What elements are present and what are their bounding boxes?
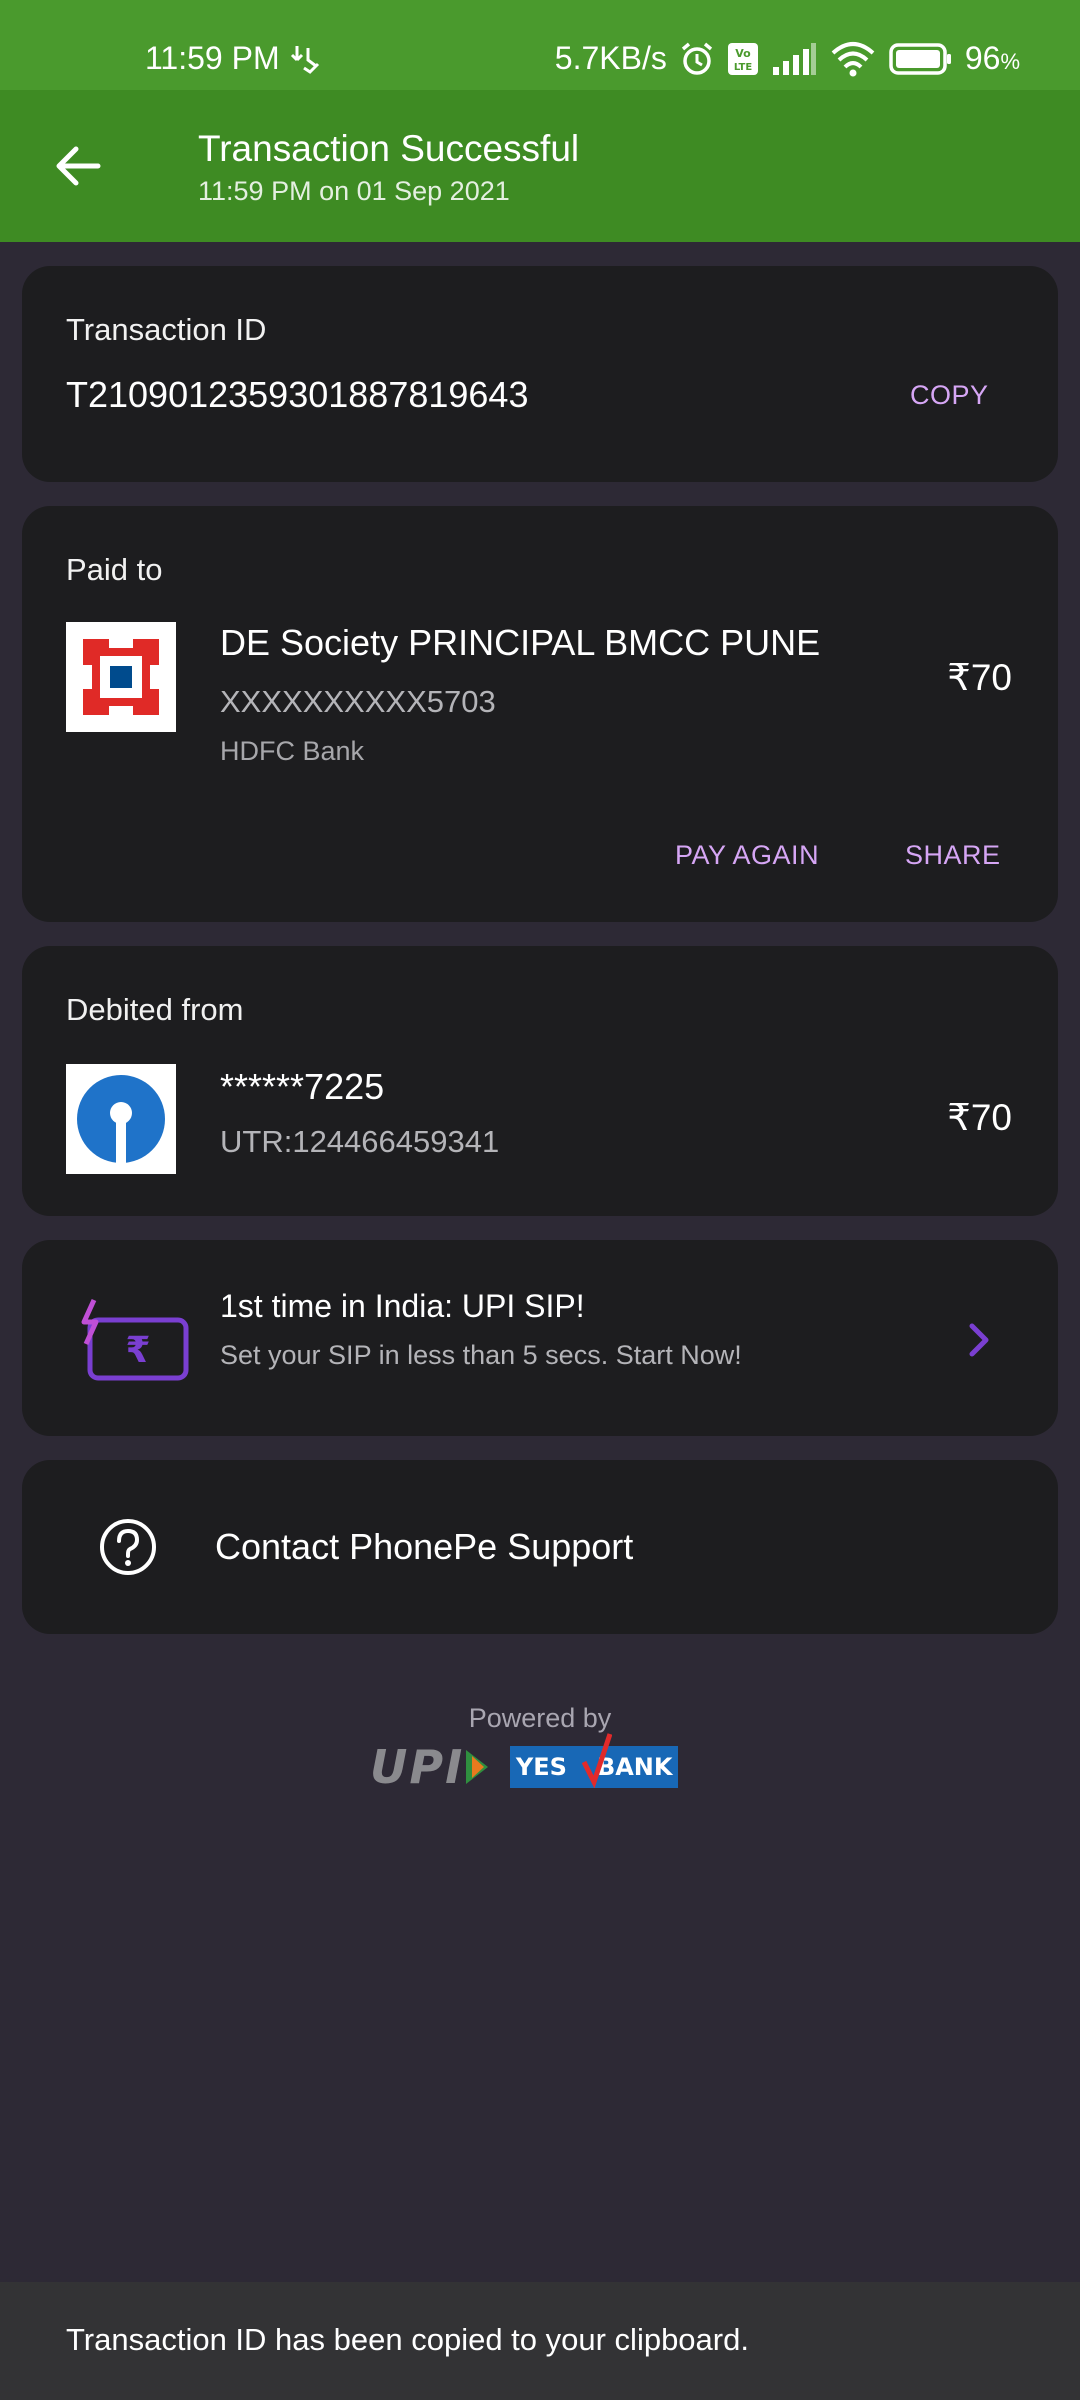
debit-account: ******7225 — [220, 1066, 385, 1107]
status-bar: 11:59 PM 5.7KB/s Vo LTE 96% — [0, 0, 1080, 90]
page-title: Transaction Successful — [198, 128, 580, 169]
debited-from-card: Debited from ******7225 UTR:124466459341… — [22, 946, 1058, 1216]
contact-support-label: Contact PhonePe Support — [215, 1526, 634, 1567]
status-time: 11:59 PM — [145, 40, 280, 76]
payee-name: DE Society PRINCIPAL BMCC PUNE — [220, 622, 821, 663]
svg-text:₹: ₹ — [125, 1330, 150, 1371]
battery-icon — [889, 42, 951, 75]
volte-icon: Vo LTE — [727, 42, 758, 75]
promo-title: 1st time in India: UPI SIP! — [220, 1288, 585, 1324]
paid-to-card: Paid to DE Society PRINCIPAL BMCC PUNE X… — [22, 506, 1058, 922]
utr-number: UTR:124466459341 — [220, 1124, 500, 1159]
upi-sip-promo-card[interactable]: ₹ 1st time in India: UPI SIP! Set your S… — [22, 1240, 1058, 1436]
yes-bank-tick-icon — [582, 1733, 613, 1788]
debited-amount: ₹70 — [947, 1097, 1012, 1138]
status-right-group: 5.7KB/s Vo LTE 96% — [555, 40, 1020, 77]
debited-from-label: Debited from — [66, 992, 244, 1027]
partner-logos: UPI YES BANK — [370, 1733, 679, 1794]
payee-account: XXXXXXXXXX5703 — [220, 684, 496, 719]
sbi-bank-logo-icon — [77, 1075, 165, 1163]
upi-arrow-icon — [466, 1750, 489, 1784]
hdfc-bank-logo-icon — [83, 639, 159, 715]
upi-logo-text: UPI — [370, 1740, 465, 1794]
paid-to-label: Paid to — [66, 552, 163, 587]
sbi-logo — [66, 1064, 176, 1174]
page-subtitle: 11:59 PM on 01 Sep 2021 — [198, 176, 510, 206]
battery-level: 96% — [964, 40, 1020, 76]
upi-logo: UPI — [370, 1740, 492, 1794]
rupee-card-flash-icon: ₹ — [81, 1298, 189, 1381]
yes-bank-logo: YES BANK — [510, 1733, 679, 1788]
svg-text:LTE: LTE — [734, 62, 753, 73]
pay-again-button[interactable]: PAY AGAIN — [675, 840, 819, 871]
powered-by-text: Powered by — [468, 1703, 612, 1733]
payee-bank: HDFC Bank — [220, 736, 365, 766]
yes-logo-text: YES — [515, 1753, 567, 1781]
back-button[interactable] — [40, 128, 116, 204]
contact-support-card[interactable]: Contact PhonePe Support — [22, 1460, 1058, 1634]
transaction-id-card: Transaction ID T2109012359301887819643 C… — [22, 266, 1058, 482]
chevron-right-icon — [969, 1323, 989, 1357]
share-button[interactable]: SHARE — [905, 840, 1001, 871]
promo-subtitle: Set your SIP in less than 5 secs. Start … — [220, 1340, 742, 1370]
wifi-icon — [831, 41, 875, 76]
help-question-icon — [100, 1519, 156, 1575]
download-status-icon — [290, 45, 319, 74]
transaction-id-value: T2109012359301887819643 — [66, 374, 529, 415]
status-time-group: 11:59 PM — [145, 40, 322, 77]
transaction-id-label: Transaction ID — [66, 312, 267, 347]
paid-amount: ₹70 — [947, 657, 1012, 698]
toast-message: Transaction ID has been copied to your c… — [66, 2322, 749, 2357]
network-speed: 5.7KB/s — [554, 40, 667, 76]
signal-icon — [772, 42, 816, 75]
back-arrow-icon — [56, 146, 101, 186]
copy-button[interactable]: COPY — [910, 380, 989, 411]
hdfc-logo — [66, 622, 176, 732]
app-bar: Transaction Successful 11:59 PM on 01 Se… — [0, 90, 1080, 242]
clipboard-toast: Transaction ID has been copied to your c… — [0, 2282, 1080, 2400]
alarm-icon — [681, 42, 712, 75]
svg-text:Vo: Vo — [735, 47, 751, 60]
